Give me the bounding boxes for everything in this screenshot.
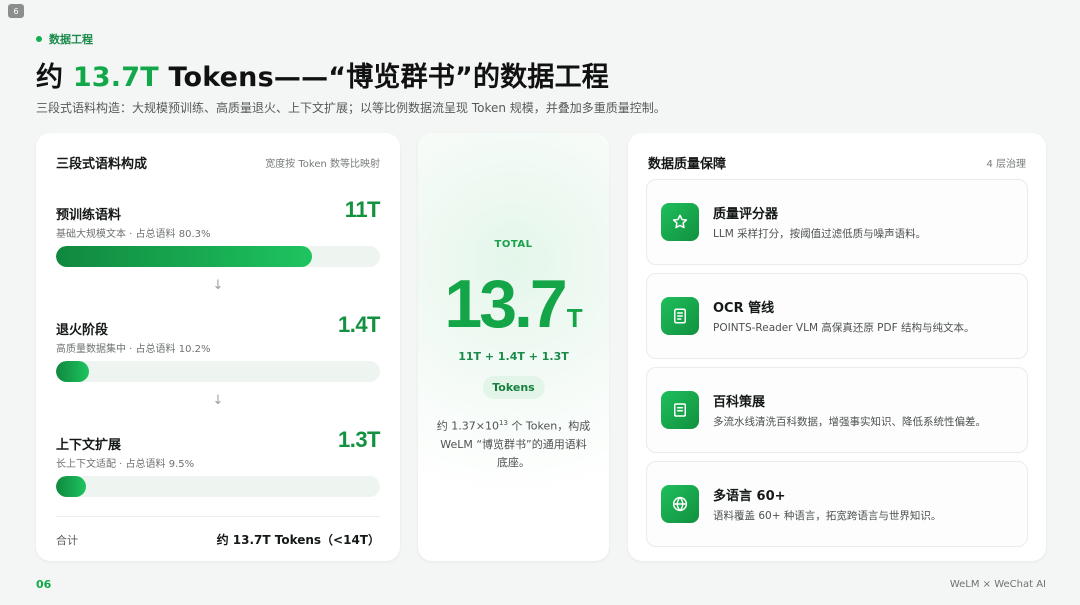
quality-item-scorer: 质量评分器 LLM 采样打分，按阈值过滤低质与噪声语料。 (646, 179, 1028, 265)
total-eyebrow: TOTAL (494, 239, 533, 250)
quality-item-wiki: 百科策展 多流水线清洗百科数据，增强事实知识、降低系统性偏差。 (646, 367, 1028, 453)
composition-total: 合计 约 13.7T Tokens（<14T） (56, 516, 380, 548)
quality-item-title: OCR 管线 (713, 301, 775, 316)
segment-bar-fill (56, 361, 89, 382)
page-title: 约 13.7T Tokens——“博览群书”的数据工程 (36, 55, 609, 94)
segment-pretrain: 预训练语料 11T 基础大规模文本 · 占总语料 80.3% (56, 197, 381, 267)
quality-item-desc: 多流水线清洗百科数据，增强事实知识、降低系统性偏差。 (713, 416, 986, 428)
section-eyebrow: 数据工程 (36, 31, 93, 47)
total-number-value: 13.7 (444, 266, 567, 342)
segment-context: 上下文扩展 1.3T 长上下文适配 · 占总语料 9.5% (56, 427, 381, 497)
total-formula: 11T + 1.4T + 1.3T (458, 350, 569, 363)
footer-brand: WeLM × WeChat AI (949, 579, 1046, 590)
segment-bar-track (56, 476, 380, 497)
segment-desc: 基础大规模文本 · 占总语料 80.3% (56, 229, 211, 240)
document-icon (661, 297, 699, 335)
title-suffix: Tokens——“博览群书”的数据工程 (158, 62, 609, 93)
quality-item-multilingual: 多语言 60+ 语料覆盖 60+ 种语言，拓宽跨语言与世界知识。 (646, 461, 1028, 547)
quality-item-desc: 语料覆盖 60+ 种语言，拓宽跨语言与世界知识。 (713, 510, 942, 522)
composition-note: 宽度按 Token 数等比映射 (265, 159, 380, 170)
total-label: 合计 (56, 533, 78, 547)
segment-bar-track (56, 246, 380, 267)
flow-arrow-icon: ↓ (212, 393, 224, 408)
segment-bar-fill (56, 476, 87, 497)
star-icon (661, 203, 699, 241)
composition-header: 三段式语料构成 宽度按 Token 数等比映射 (56, 153, 380, 172)
segment-value: 1.3T (337, 427, 381, 452)
segment-name: 退火阶段 (56, 323, 109, 338)
globe-icon (661, 485, 699, 523)
eyebrow-dot-icon (36, 36, 42, 42)
total-number-unit: T (566, 303, 583, 333)
title-prefix: 约 (36, 62, 73, 93)
title-accent: 13.7T (72, 62, 159, 93)
total-card: TOTAL 13.7T 11T + 1.4T + 1.3T Tokens 约 1… (418, 133, 609, 561)
segment-name: 预训练语料 (56, 208, 122, 223)
segment-desc: 长上下文适配 · 占总语料 9.5% (56, 459, 195, 470)
segment-anneal: 退火阶段 1.4T 高质量数据集中 · 占总语料 10.2% (56, 312, 381, 382)
quality-item-desc: POINTS-Reader VLM 高保真还原 PDF 结构与纯文本。 (713, 322, 975, 334)
page-badge: 6 (8, 4, 24, 18)
segment-desc: 高质量数据集中 · 占总语料 10.2% (56, 344, 211, 355)
quality-item-title: 多语言 60+ (713, 489, 786, 504)
segment-bar-fill (56, 246, 312, 267)
total-number: 13.7T (418, 265, 609, 343)
page-subtitle: 三段式语料构造：大规模预训练、高质量退火、上下文扩展；以等比例数据流呈现 Tok… (36, 101, 666, 115)
desc-part: 约 1.37×10 (436, 419, 499, 433)
quality-header: 数据质量保障 4 层治理 (648, 153, 1026, 172)
segment-value: 1.4T (337, 312, 381, 337)
composition-card: 三段式语料构成 宽度按 Token 数等比映射 预训练语料 11T 基础大规模文… (36, 133, 400, 561)
quality-title: 数据质量保障 (648, 157, 727, 172)
segment-bar-track (56, 361, 380, 382)
footer-page-number: 06 (36, 578, 52, 591)
segment-name: 上下文扩展 (56, 438, 122, 453)
quality-note: 4 层治理 (986, 159, 1026, 170)
quality-item-desc: LLM 采样打分，按阈值过滤低质与噪声语料。 (713, 228, 927, 240)
flow-arrow-icon: ↓ (212, 278, 224, 293)
book-icon (661, 391, 699, 429)
segment-value: 11T (344, 197, 381, 222)
eyebrow-label: 数据工程 (49, 33, 93, 46)
quality-item-title: 质量评分器 (713, 207, 779, 222)
desc-exponent: 13 (498, 419, 508, 427)
quality-item-title: 百科策展 (713, 395, 766, 410)
total-value: 约 13.7T Tokens（<14T） (216, 533, 380, 547)
composition-title: 三段式语料构成 (56, 157, 148, 172)
tokens-badge: Tokens (482, 376, 545, 399)
quality-card: 数据质量保障 4 层治理 质量评分器 LLM 采样打分，按阈值过滤低质与噪声语料… (628, 133, 1046, 561)
quality-item-ocr: OCR 管线 POINTS-Reader VLM 高保真还原 PDF 结构与纯文… (646, 273, 1028, 359)
total-description: 约 1.37×1013 个 Token，构成 WeLM “博览群书”的通用语料底… (436, 414, 591, 472)
